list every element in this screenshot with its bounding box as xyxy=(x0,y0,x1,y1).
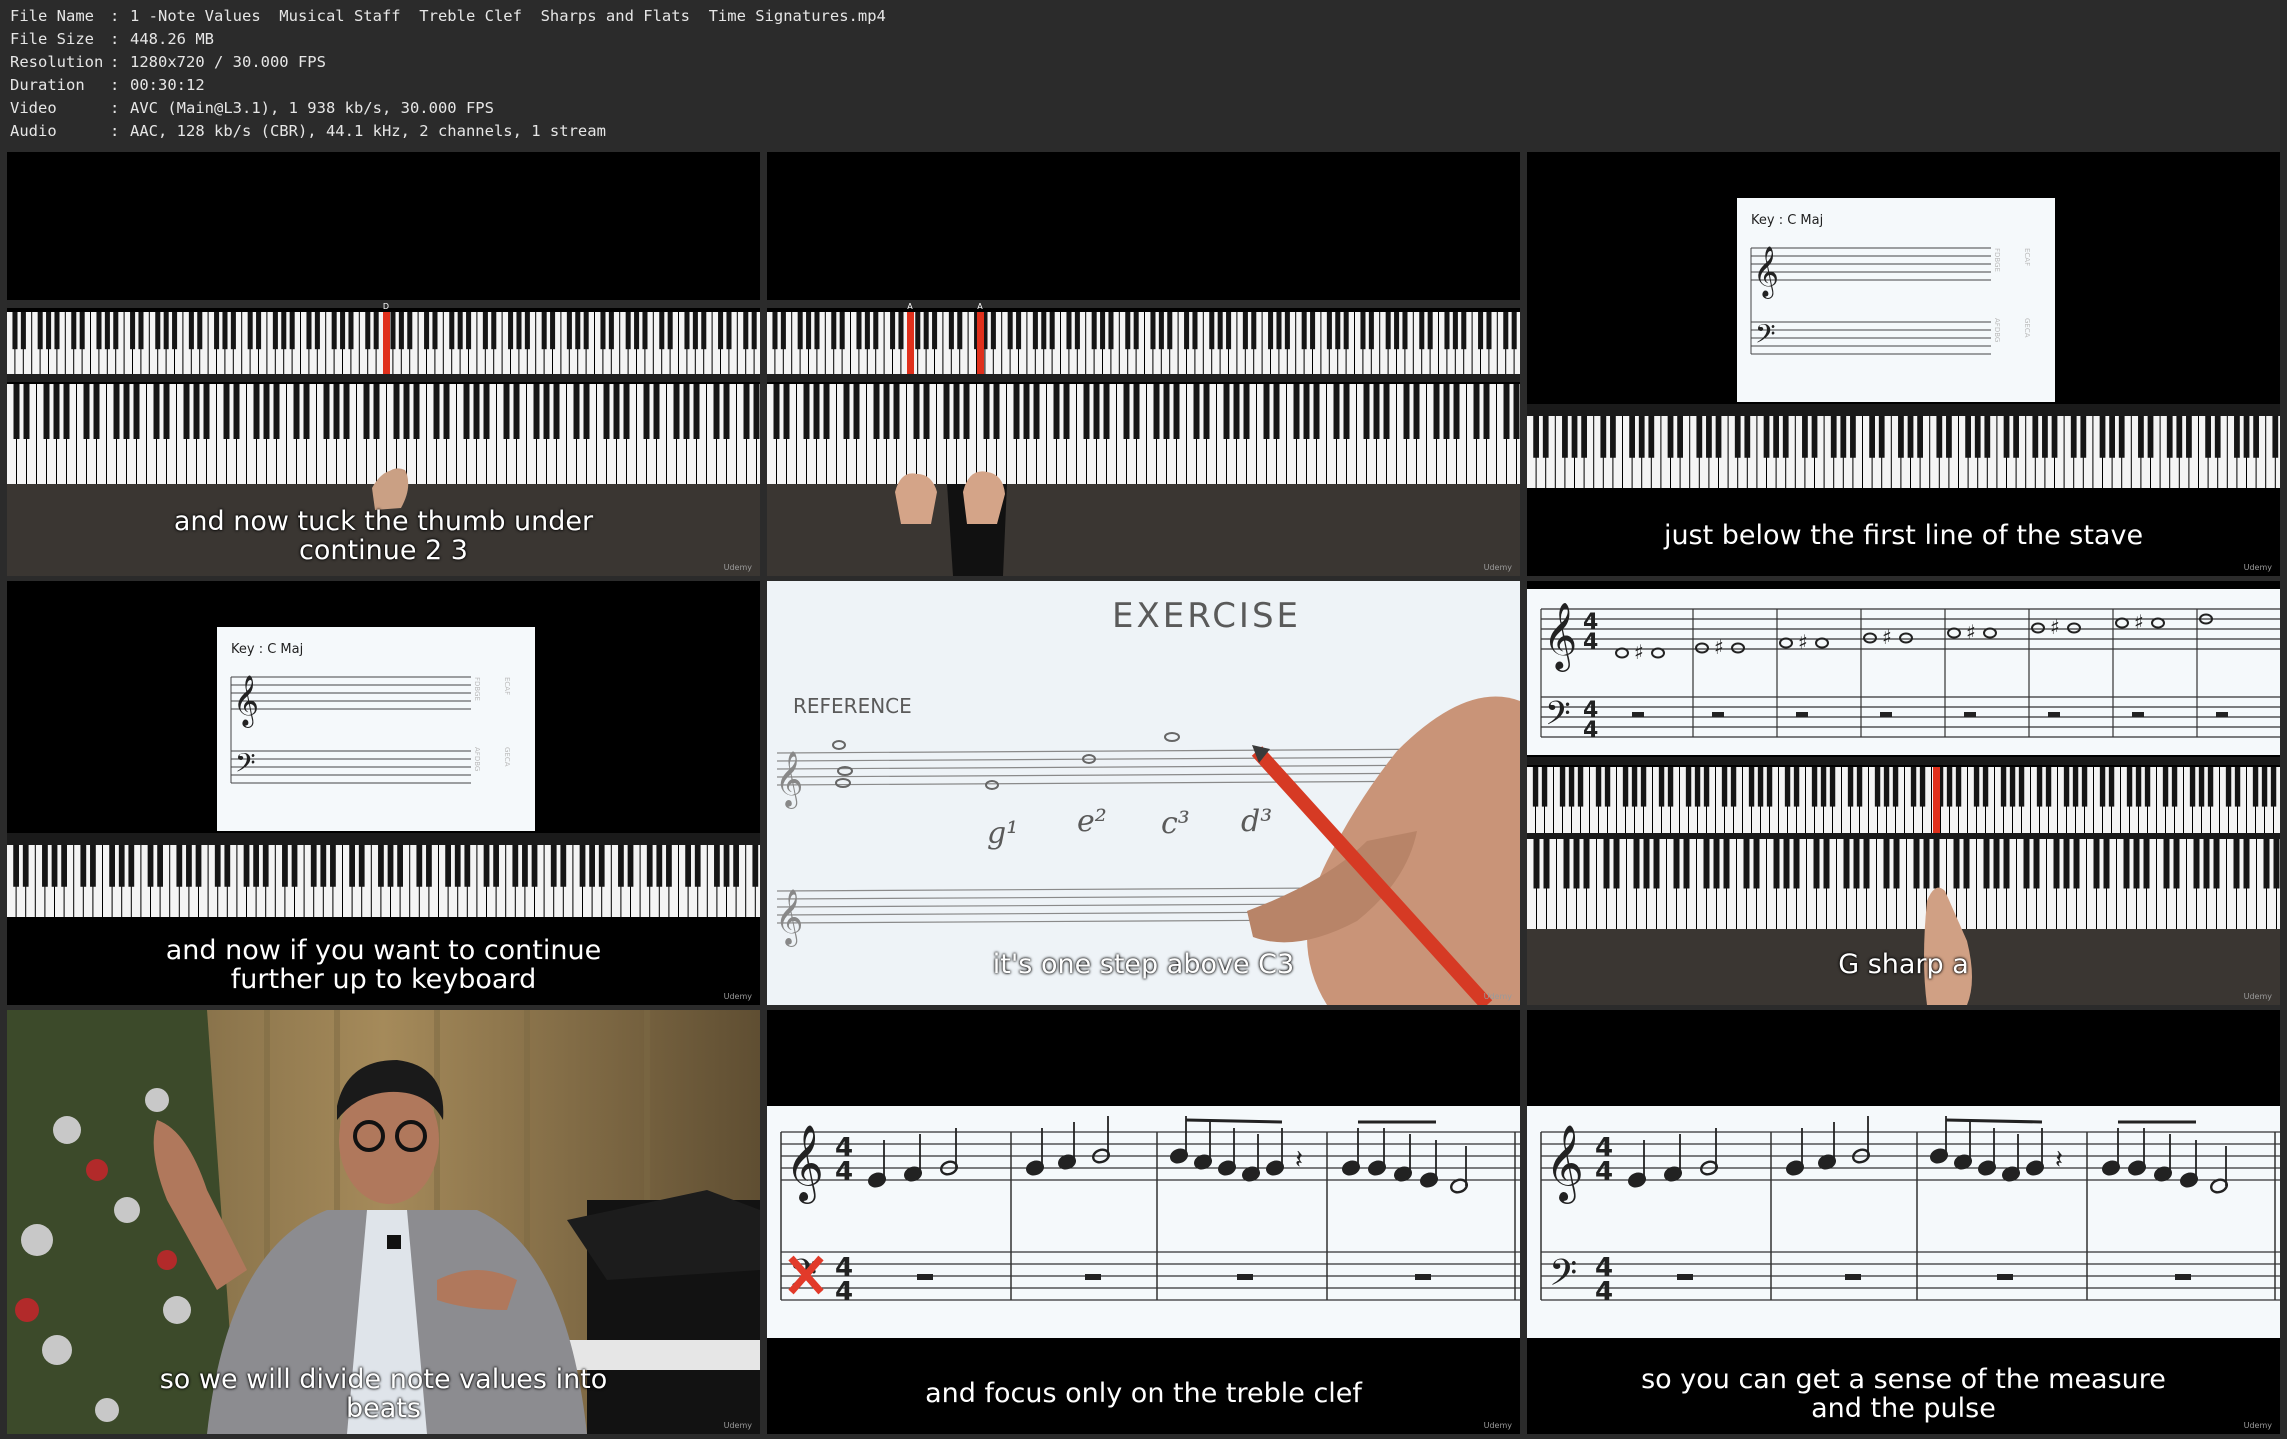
bass-clef-icon: 𝄢 xyxy=(1545,695,1571,741)
thumbnail-frame-3[interactable]: Key : C Maj 𝄞 𝄢 FDBGE ECAF AFDBG GECA ju… xyxy=(1527,152,2280,576)
svg-text:GECA: GECA xyxy=(2023,318,2031,338)
key-label-a-2: A xyxy=(977,302,983,311)
svg-text:AFDBG: AFDBG xyxy=(473,747,481,771)
thumbnail-frame-6[interactable]: 𝄞 𝄢 4 4 4 4 ♯ ♯ ♯ ♯ ♯ ♯ ♯ G sharp a Udemy xyxy=(1527,581,2280,1005)
svg-text:♯: ♯ xyxy=(2050,615,2060,639)
watermark: Udemy xyxy=(723,1421,752,1430)
svg-text:4: 4 xyxy=(1583,718,1598,743)
subtitle-line-1: G sharp a xyxy=(1838,949,1969,980)
watermark: Udemy xyxy=(2243,563,2272,572)
subtitle-line-1: so you can get a sense of the measure xyxy=(1641,1364,2166,1395)
key-signature-label: Key : C Maj xyxy=(231,642,303,657)
svg-text:𝄞: 𝄞 xyxy=(785,1124,824,1204)
watermark: Udemy xyxy=(723,992,752,1001)
subtitle-line-2: and the pulse xyxy=(1811,1393,1996,1424)
svg-text:4: 4 xyxy=(835,1157,853,1187)
thumbnail-frame-1[interactable]: D and now tuck the thumb under continue … xyxy=(7,152,760,576)
subtitle-line-2: beats xyxy=(346,1393,421,1424)
svg-text:♯: ♯ xyxy=(1966,620,1976,644)
svg-text:𝄽: 𝄽 xyxy=(2055,1145,2063,1175)
treble-clef-icon: 𝄞 xyxy=(775,751,803,809)
svg-text:GECA: GECA xyxy=(503,747,511,767)
subtitle-line-1: it's one step above C3 xyxy=(992,949,1295,980)
svg-text:𝄞: 𝄞 xyxy=(1545,1124,1584,1204)
reference-label: REFERENCE xyxy=(793,694,912,718)
treble-clef-icon: 𝄞 xyxy=(1543,601,1577,672)
info-audio: Audio: AAC, 128 kb/s (CBR), 44.1 kHz, 2 c… xyxy=(10,122,606,140)
subtitle-line-1: just below the first line of the stave xyxy=(1663,520,2144,551)
watermark: Udemy xyxy=(1483,992,1512,1001)
svg-text:FDBGE: FDBGE xyxy=(1993,248,2001,272)
file-info-panel: File Name:1 -Note Values Musical Staff T… xyxy=(10,5,886,143)
watermark: Udemy xyxy=(2243,1421,2272,1430)
svg-text:𝄽: 𝄽 xyxy=(1295,1145,1303,1175)
exercise-scene: EXERCISE REFERENCE 𝄞 𝄞 g¹ e² c³ d³ xyxy=(767,581,1520,1005)
key-label-a-1: A xyxy=(907,302,913,311)
info-video: Video: AVC (Main@L3.1), 1 938 kb/s, 30.00… xyxy=(10,99,494,117)
svg-text:4: 4 xyxy=(1595,1277,1613,1307)
subtitle-line-1: and now if you want to continue xyxy=(165,935,602,966)
watermark: Udemy xyxy=(1483,563,1512,572)
watermark: Udemy xyxy=(1483,1421,1512,1430)
treble-clef-icon: 𝄞 xyxy=(1753,246,1779,299)
watermark: Udemy xyxy=(2243,992,2272,1001)
sharp-notes-scene: 𝄞 𝄢 4 4 4 4 ♯ ♯ ♯ ♯ ♯ ♯ ♯ xyxy=(1527,581,2280,1005)
info-file-name: File Name:1 -Note Values Musical Staff T… xyxy=(10,7,886,25)
svg-text:♯: ♯ xyxy=(1798,630,1808,654)
thumbnail-frame-8[interactable]: 𝄞𝄢4444𝄽 and focus only on the treble cle… xyxy=(767,1010,1520,1434)
svg-text:g¹: g¹ xyxy=(987,816,1018,851)
subtitle-line-1: and focus only on the treble clef xyxy=(925,1378,1362,1409)
svg-text:4: 4 xyxy=(1583,630,1598,655)
exercise-title: EXERCISE xyxy=(1112,596,1301,636)
svg-text:4: 4 xyxy=(1595,1157,1613,1187)
svg-text:ECAF: ECAF xyxy=(503,677,511,695)
svg-text:𝄢: 𝄢 xyxy=(1549,1252,1577,1303)
svg-text:AFDBG: AFDBG xyxy=(1993,318,2001,342)
watermark: Udemy xyxy=(723,563,752,572)
key-label-d: D xyxy=(383,302,389,311)
thumbnail-frame-7[interactable]: so we will divide note values into beats… xyxy=(7,1010,760,1434)
svg-text:d³: d³ xyxy=(1241,804,1272,839)
treble-clef-icon: 𝄞 xyxy=(233,675,259,728)
subtitle-line-2: continue 2 3 xyxy=(299,535,468,566)
bass-clef-icon: 𝄢 xyxy=(1755,318,1776,356)
treble-clef-icon: 𝄞 xyxy=(775,889,803,947)
info-file-size: File Size:448.26 MB xyxy=(10,30,214,48)
thumbnail-frame-2[interactable]: A A Udemy xyxy=(767,152,1520,576)
subtitle-line-1: so we will divide note values into xyxy=(159,1364,608,1395)
key-signature-label: Key : C Maj xyxy=(1751,213,1823,228)
svg-text:c³: c³ xyxy=(1161,806,1190,841)
thumbnail-frame-9[interactable]: 𝄞 𝄢 4 4 4 4 𝄽 so you can get a sense of the me… xyxy=(1527,1010,2280,1434)
grand-staff-scene: 𝄞𝄢4444𝄽 xyxy=(767,1010,1520,1434)
thumbnail-frame-4[interactable]: Key : C Maj 𝄞 𝄢 FDBGE ECAF AFDBG GECA an… xyxy=(7,581,760,1005)
info-resolution: Resolution:1280x720 / 30.000 FPS xyxy=(10,53,326,71)
keyboard-scene: A A xyxy=(767,152,1520,576)
svg-text:FDBGE: FDBGE xyxy=(473,677,481,701)
thumbnail-frame-5[interactable]: EXERCISE REFERENCE 𝄞 𝄞 g¹ e² c³ d³ it's … xyxy=(767,581,1520,1005)
svg-text:♯: ♯ xyxy=(1634,640,1644,664)
svg-text:ECAF: ECAF xyxy=(2023,248,2031,266)
subtitle-line-2: further up to keyboard xyxy=(230,964,537,995)
subtitle-line-1: and now tuck the thumb under xyxy=(173,506,594,537)
svg-text:4: 4 xyxy=(835,1277,853,1307)
svg-text:♯: ♯ xyxy=(1714,635,1724,659)
info-duration: Duration:00:30:12 xyxy=(10,76,205,94)
bass-clef-icon: 𝄢 xyxy=(235,747,256,785)
svg-text:♯: ♯ xyxy=(1882,625,1892,649)
staff-card-scene: Key : C Maj 𝄞 𝄢 FDBGE ECAF AFDBG GECA xyxy=(1527,152,2280,576)
svg-text:e²: e² xyxy=(1077,804,1107,839)
svg-text:♯: ♯ xyxy=(2134,610,2144,634)
